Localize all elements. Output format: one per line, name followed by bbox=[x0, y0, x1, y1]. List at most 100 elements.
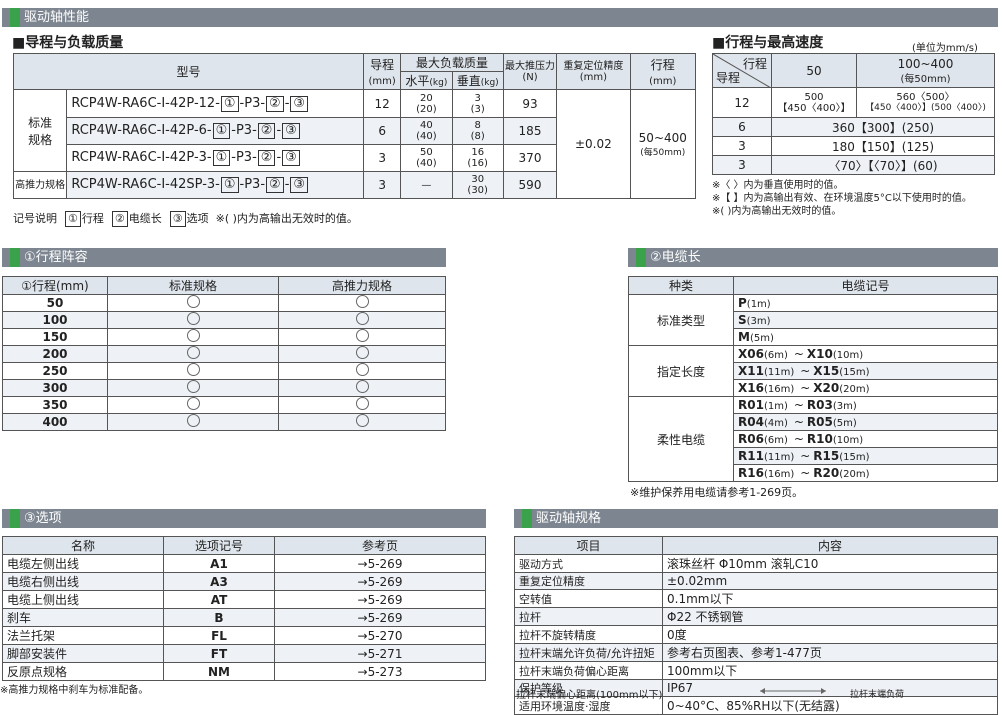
stroke-section-bar: ①行程阵容 bbox=[2, 248, 446, 267]
vertical-load-cell: 8 (8) bbox=[451, 117, 504, 145]
available-circle-cell bbox=[278, 396, 446, 414]
speed-table: 行程 导程 50 100~400 (每50mm) 12 500 【450〈400〉】 5… bbox=[712, 53, 995, 175]
lead-cell: 3 bbox=[363, 144, 402, 172]
cable-type-cell: 柔性电缆 bbox=[628, 396, 734, 482]
speed-value-cell: 500 【450〈400〉】 bbox=[771, 87, 857, 118]
option-code-cell: NM bbox=[163, 662, 275, 681]
speed-value-cell: 360【300】(250) bbox=[771, 117, 995, 137]
col-maxload: 最大负载质量 bbox=[400, 53, 504, 72]
circle-icon bbox=[355, 346, 369, 359]
lead-load-heading: ■导程与负载质量 bbox=[12, 35, 124, 51]
stroke-col: ①行程(mm) bbox=[2, 276, 108, 295]
cable-note: ※维护保养用电缆请参考1-269页。 bbox=[630, 486, 804, 499]
stroke-row: 400 bbox=[2, 413, 446, 431]
circle-icon bbox=[355, 363, 369, 376]
available-circle-cell bbox=[278, 413, 446, 431]
circle-icon bbox=[355, 380, 369, 393]
speed-heading: ■行程与最高速度 bbox=[712, 35, 824, 51]
stroke-value-cell: 300 bbox=[2, 379, 108, 397]
lead-cell: 12 bbox=[363, 89, 402, 118]
legend: 记号说明 ① 行程 ② 电缆长 ③ 选项 ※( )内为高输出无效时的值。 bbox=[13, 211, 358, 227]
group-high-thrust: 高推力规格 bbox=[12, 171, 68, 199]
option-ref-cell: →5-273 bbox=[274, 662, 486, 681]
cable-code-cell: R06(6m) ~ R10(10m) bbox=[733, 430, 998, 448]
option-name-cell: 电缆上侧出线 bbox=[2, 590, 164, 609]
col-stroke: 行程 (mm) bbox=[629, 53, 697, 90]
option-row: 电缆左侧出线 A1 →5-269 bbox=[2, 554, 486, 573]
option-row: 电缆右侧出线 A3 →5-269 bbox=[2, 572, 486, 591]
speed-row: 6 360【300】(250) bbox=[712, 117, 995, 137]
available-circle-cell bbox=[107, 328, 279, 346]
stroke-value-cell: 200 bbox=[2, 345, 108, 363]
stroke-value-cell: 350 bbox=[2, 396, 108, 414]
spec-content-cell: 0度 bbox=[662, 625, 998, 644]
cable-col-type: 种类 bbox=[628, 276, 734, 295]
speed-row: 3 〈70〉【〈70〉】(60) bbox=[712, 155, 995, 175]
speed-notes: ※〈 〉内为垂直使用时的值。 ※【 】内为高输出有效、在环境温度5°C以下使用时的… bbox=[712, 179, 972, 218]
spec-col-content: 内容 bbox=[662, 536, 998, 555]
option-ref-cell: →5-271 bbox=[274, 644, 486, 663]
spec-content-cell: Φ22 不锈钢管 bbox=[662, 607, 998, 626]
available-circle-cell bbox=[278, 294, 446, 312]
cable-code-cell: R11(11m) ~ R15(15m) bbox=[733, 447, 998, 465]
circle-icon bbox=[186, 397, 200, 410]
cable-code-cell: M(5m) bbox=[733, 328, 998, 346]
cable-row: 指定长度 X06(6m) ~ X10(10m) bbox=[628, 345, 998, 397]
col-vertical: 垂直(kg) bbox=[451, 71, 504, 90]
option-name-cell: 刹车 bbox=[2, 608, 164, 627]
push-force-cell: 590 bbox=[502, 171, 558, 199]
push-force-cell: 185 bbox=[502, 117, 558, 145]
stroke-range-cell: 50~400 (每50mm) bbox=[629, 89, 697, 199]
options-col-code: 选项记号 bbox=[163, 536, 275, 555]
available-circle-cell bbox=[107, 294, 279, 312]
option-row: 法兰托架 FL →5-270 bbox=[2, 626, 486, 645]
option-name-cell: 法兰托架 bbox=[2, 626, 164, 645]
col-lead: 导程 (mm) bbox=[363, 53, 402, 90]
speed-row: 12 500 【450〈400〉】 560〈500〉 【450〈400〉】(500〈40… bbox=[712, 87, 995, 118]
spec-bottom-label-2: 拉杆末端负荷 bbox=[850, 690, 905, 700]
available-circle-cell bbox=[107, 345, 279, 363]
option-row: 刹车 B →5-269 bbox=[2, 608, 486, 627]
horizontal-load-cell: 50 (40) bbox=[400, 144, 453, 172]
available-circle-cell bbox=[107, 311, 279, 329]
circle-icon bbox=[186, 329, 200, 342]
speed-lead-cell: 12 bbox=[712, 87, 772, 118]
stroke-row: 200 bbox=[2, 345, 446, 363]
spec-bottom-label: 拉杆末端偏心距离(100mm以下) bbox=[516, 690, 663, 701]
top-section-bar: 驱动轴性能 bbox=[2, 8, 998, 27]
cable-row: 标准类型 P(1m) bbox=[628, 294, 998, 346]
spec-content-cell: 参考右页图表、参考1-477页 bbox=[662, 643, 998, 662]
option-name-cell: 电缆左侧出线 bbox=[2, 554, 164, 573]
speed-value-cell: 180【150】(125) bbox=[771, 136, 995, 156]
spec-content-cell: 0~40°C、85%RH以下(无结露) bbox=[662, 696, 998, 715]
stroke-table: ①行程(mm) 标准规格 高推力规格 50 100 150 200 250 300 350 4… bbox=[2, 276, 446, 431]
stroke-col-hi: 高推力规格 bbox=[278, 276, 446, 295]
col-push: 最大推压力 (N) bbox=[502, 53, 558, 90]
stroke-col-std: 标准规格 bbox=[107, 276, 279, 295]
cable-code-cell: X16(16m) ~ X20(20m) bbox=[733, 379, 998, 397]
push-force-cell: 93 bbox=[502, 89, 558, 118]
group-standard: 标准 规格 bbox=[12, 89, 68, 172]
option-name-cell: 脚部安装件 bbox=[2, 644, 164, 663]
spec-item-cell: 空转值 bbox=[514, 589, 663, 608]
stroke-value-cell: 250 bbox=[2, 362, 108, 380]
speed-col-50: 50 bbox=[771, 53, 857, 88]
available-circle-cell bbox=[107, 413, 279, 431]
spec-row: 拉杆末端允许负荷/允许扭矩 参考右页图表、参考1-477页 bbox=[514, 643, 998, 662]
circle-icon bbox=[355, 397, 369, 410]
circle-icon bbox=[355, 329, 369, 342]
spec-row: 驱动方式 滚珠丝杆 Φ10mm 滚轧C10 bbox=[514, 554, 998, 573]
stroke-row: 350 bbox=[2, 396, 446, 414]
option-row: 反原点规格 NM →5-273 bbox=[2, 662, 486, 681]
option-row: 电缆上侧出线 AT →5-269 bbox=[2, 590, 486, 609]
speed-lead-cell: 3 bbox=[712, 155, 772, 175]
cable-code-cell: R16(16m) ~ R20(20m) bbox=[733, 464, 998, 482]
stroke-value-cell: 100 bbox=[2, 311, 108, 329]
circle-icon bbox=[186, 295, 200, 308]
spec-row: 空转值 0.1mm以下 bbox=[514, 589, 998, 608]
speed-value-cell: 〈70〉【〈70〉】(60) bbox=[771, 155, 995, 175]
cable-type-cell: 标准类型 bbox=[628, 294, 734, 346]
stroke-row: 150 bbox=[2, 328, 446, 346]
speed-unit: (单位为mm/s) bbox=[912, 43, 978, 54]
spec-content-cell: ±0.02mm bbox=[662, 572, 998, 590]
